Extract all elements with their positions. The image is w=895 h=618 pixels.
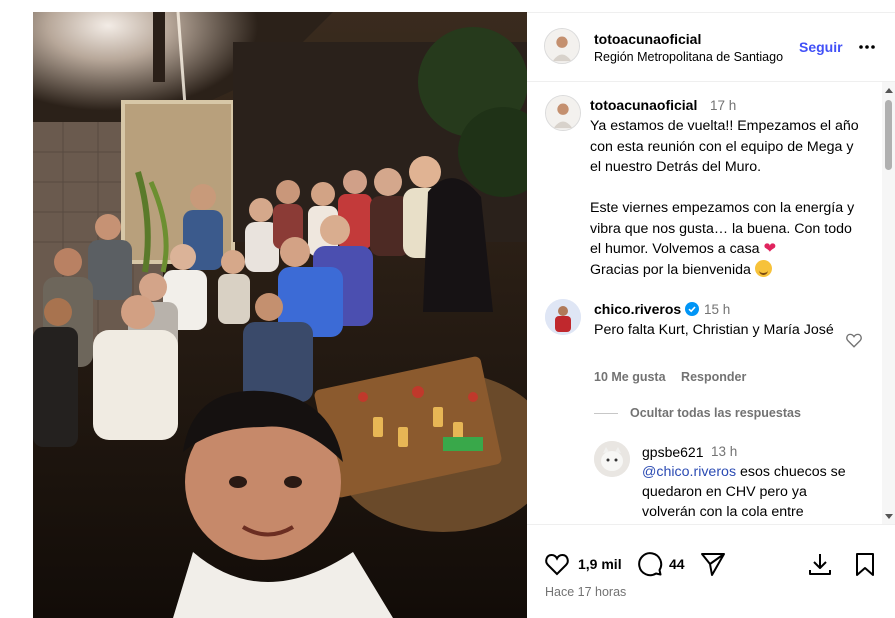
comments-scrollbar[interactable] [882,82,895,524]
like-count[interactable]: 1,9 mil [578,556,622,572]
comment-time[interactable]: 15 h [704,302,730,317]
post-side-panel: totoacunaoficial Región Metropolitana de… [527,12,895,618]
comments-list[interactable]: totoacunaoficial 17 h Ya estamos de vuel… [527,82,883,524]
follow-button[interactable]: Seguir [799,39,843,55]
caption-text: Ya estamos de vuelta!! Empezamos el año … [590,116,862,280]
caption-author[interactable]: totoacunaoficial [590,97,697,113]
post-actions-bar: 1,9 mil 44 Hace 17 horas [527,524,895,618]
author-username[interactable]: totoacunaoficial [594,31,701,47]
scroll-up-arrow-icon[interactable] [885,88,893,93]
caption-paragraph-1: Ya estamos de vuelta!! Empezamos el año … [590,118,859,175]
comment-meta: 10 Me gusta Responder [594,370,758,384]
share-paper-plane-icon[interactable] [700,551,726,577]
post-location[interactable]: Región Metropolitana de Santiago [594,50,783,64]
reply-author-avatar[interactable] [594,441,630,477]
comment-like-heart-icon[interactable] [845,331,863,349]
commenter-username[interactable]: chico.riveros [594,301,681,317]
like-heart-icon[interactable] [544,551,570,577]
post-photo[interactable] [33,12,527,618]
reply-mention-link[interactable]: @chico.riveros [642,464,736,480]
reply-time[interactable]: 13 h [711,444,737,459]
hide-replies-button[interactable]: Ocultar todas las respuestas [630,406,801,420]
comment-count[interactable]: 44 [669,556,685,572]
group-selfie-image [33,12,527,618]
verified-badge-icon [685,302,699,316]
caption-author-avatar[interactable] [545,95,581,131]
replies-divider [594,413,618,414]
bookmark-icon[interactable] [852,551,878,577]
red-heart-emoji: ❤ [763,240,777,257]
reply-button[interactable]: Responder [681,370,746,384]
post-timestamp[interactable]: Hace 17 horas [545,585,626,599]
comment-bubble-icon[interactable] [637,551,663,577]
caption-paragraph-2: Este viernes empezamos con la energía y … [590,198,862,280]
hugging-face-emoji [754,259,772,277]
post-header: totoacunaoficial Región Metropolitana de… [527,13,895,82]
author-avatar[interactable] [544,28,580,64]
comment-text: Pero falta Kurt, Christian y María José [594,322,834,338]
comment-likes[interactable]: 10 Me gusta [594,370,666,384]
download-icon[interactable] [807,551,833,577]
scrollbar-thumb[interactable] [885,100,892,170]
scroll-down-arrow-icon[interactable] [885,514,893,519]
reply-text: @chico.riveros esos chuecos se quedaron … [642,462,862,522]
commenter-avatar[interactable] [545,299,581,335]
caption-time[interactable]: 17 h [710,98,736,113]
caption-paragraph-2-text: Este viernes empezamos con la energía y … [590,200,855,257]
caption-paragraph-3-text: Gracias por la bienvenida [590,261,751,278]
reply-author[interactable]: gpsbe621 [642,444,704,460]
more-horizontal-icon[interactable] [857,37,877,57]
